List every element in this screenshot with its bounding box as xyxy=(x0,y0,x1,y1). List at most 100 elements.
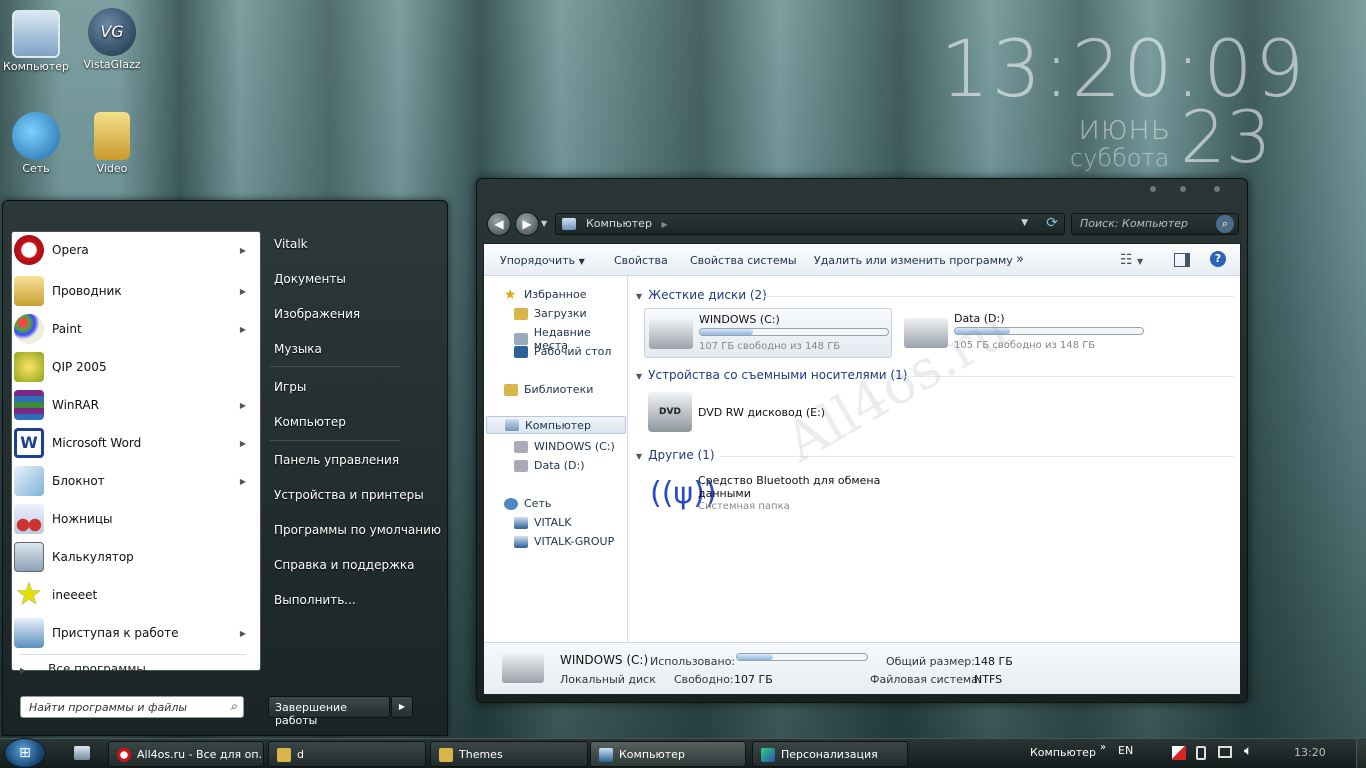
drive-c-name: WINDOWS (C:) xyxy=(699,313,780,326)
drive-c-free: 107 ГБ свободно из 148 ГБ xyxy=(699,341,841,352)
submenu-arrow-icon: ▶ xyxy=(239,438,246,448)
desktop-icon-vistaglazz[interactable]: VG VistaGlazz xyxy=(76,8,148,71)
uninstall-program-button[interactable]: Удалить или изменить программу xyxy=(814,254,1013,267)
program-ineeeet[interactable]: ★ ineeeet xyxy=(14,577,254,613)
nav-desktop[interactable]: Рабочий стол xyxy=(514,345,611,358)
taskbar-toolbar-computer[interactable]: Компьютер xyxy=(1030,746,1096,759)
nav-libraries[interactable]: Библиотеки xyxy=(504,383,593,396)
system-properties-button[interactable]: Свойства системы xyxy=(690,254,797,267)
maximize-button[interactable] xyxy=(1180,186,1186,192)
link-default-programs[interactable]: Программы по умолчанию xyxy=(274,523,441,537)
details-type: Локальный диск xyxy=(560,673,656,686)
link-run[interactable]: Выполнить... xyxy=(274,593,356,607)
program-winrar[interactable]: WinRAR ▶ xyxy=(14,387,254,423)
view-options-icon[interactable]: ☷ ▼ xyxy=(1120,252,1143,268)
program-notepad[interactable]: Блокнот ▶ xyxy=(14,463,254,499)
program-label: Проводник xyxy=(52,284,122,298)
start-search-input[interactable]: Найти программы и файлы ⌕ xyxy=(20,696,244,718)
drive-c-usage-bar xyxy=(699,328,889,336)
nav-drive-c[interactable]: WINDOWS (C:) xyxy=(514,440,615,453)
program-explorer[interactable]: Проводник ▶ xyxy=(14,273,254,309)
explorer-search-input[interactable]: Поиск: Компьютер ⌕ xyxy=(1071,213,1239,235)
link-control-panel[interactable]: Панель управления xyxy=(274,453,399,467)
clock-weekday: суббота xyxy=(1070,144,1170,172)
getting-started-icon xyxy=(14,618,44,648)
desktop-icon-computer[interactable]: Компьютер xyxy=(0,10,72,73)
search-icon: ⌕ xyxy=(1216,215,1234,233)
nav-drive-d[interactable]: Data (D:) xyxy=(514,459,585,472)
program-snipping[interactable]: Ножницы xyxy=(14,501,254,537)
drive-c-tile[interactable]: WINDOWS (C:) 107 ГБ свободно из 148 ГБ xyxy=(644,308,892,358)
tray-display-icon[interactable] xyxy=(1218,746,1232,758)
nav-downloads[interactable]: Загрузки xyxy=(514,307,587,320)
nav-favorites[interactable]: ★ Избранное xyxy=(504,288,586,302)
refresh-icon[interactable]: ⟳ xyxy=(1046,215,1058,231)
arrow-left-icon: ◀ xyxy=(494,217,504,231)
language-indicator[interactable]: EN xyxy=(1118,744,1133,757)
submenu-arrow-icon: ▶ xyxy=(239,286,246,296)
taskbar-button-personalization[interactable]: Персонализация xyxy=(752,741,908,767)
organize-button[interactable]: Упорядочить ▼ xyxy=(500,254,585,267)
link-games[interactable]: Игры xyxy=(274,380,306,394)
preview-pane-icon[interactable] xyxy=(1174,253,1190,267)
program-getting-started[interactable]: Приступая к работе ▶ xyxy=(14,615,254,651)
toolbar-expand-icon[interactable]: » xyxy=(1100,742,1106,753)
close-button[interactable] xyxy=(1214,186,1220,192)
link-help-support[interactable]: Справка и поддержка xyxy=(274,558,415,572)
program-opera[interactable]: Opera ▶ xyxy=(14,232,254,268)
navigation-pane: ★ Избранное Загрузки Недавние места Рабоч… xyxy=(484,276,628,642)
taskbar-button-opera[interactable]: All4os.ru - Все для оп... xyxy=(108,741,264,767)
nav-net-vitalk[interactable]: VITALK xyxy=(514,516,572,529)
link-pictures[interactable]: Изображения xyxy=(274,307,360,321)
address-bar[interactable]: Компьютер ▶ ▼ ⟳ xyxy=(555,213,1065,235)
properties-button[interactable]: Свойства xyxy=(614,254,668,267)
address-dropdown-icon[interactable]: ▼ xyxy=(1021,218,1028,228)
link-computer[interactable]: Компьютер xyxy=(274,415,346,429)
desktop-icon-video[interactable]: Video xyxy=(76,112,148,175)
nav-network[interactable]: Сеть xyxy=(504,497,551,510)
link-music[interactable]: Музыка xyxy=(274,342,322,356)
bluetooth-tile[interactable]: ((ψ)) Средство Bluetooth для обмена данн… xyxy=(644,470,904,520)
program-calculator[interactable]: Калькулятор xyxy=(14,539,254,575)
shutdown-options-button[interactable]: ▶ xyxy=(391,696,413,718)
shutdown-button[interactable]: Завершение работы xyxy=(268,696,390,727)
forward-button[interactable]: ▶ xyxy=(515,212,539,236)
chevron-right-icon: ▶ xyxy=(661,220,668,229)
minimize-button[interactable] xyxy=(1150,186,1156,192)
taskbar-button-d[interactable]: d xyxy=(268,741,426,767)
group-other[interactable]: ▼ Другие (1) xyxy=(636,448,715,462)
program-qip[interactable]: QIP 2005 xyxy=(14,349,254,385)
desktop-icon-network[interactable]: Сеть xyxy=(0,112,72,175)
nav-label: Компьютер xyxy=(525,418,591,432)
help-icon[interactable]: ? xyxy=(1210,251,1226,267)
dropdown-arrow-icon: ▼ xyxy=(578,257,585,266)
group-hard-drives[interactable]: ▼ Жесткие диски (2) xyxy=(636,288,767,302)
nav-net-vitalk-group[interactable]: VITALK-GROUP xyxy=(514,535,614,548)
chevron-down-icon: ▼ xyxy=(636,292,643,301)
program-word[interactable]: W Microsoft Word ▶ xyxy=(14,425,254,461)
divider xyxy=(20,654,246,655)
recent-pages-dropdown[interactable]: ▼ xyxy=(541,219,547,228)
clock-gadget: 13:20:09 июнь суббота 23 xyxy=(940,30,1306,174)
drive-large-icon xyxy=(502,653,544,683)
start-button[interactable]: ⊞ xyxy=(4,738,46,768)
back-button[interactable]: ◀ xyxy=(487,212,511,236)
link-documents[interactable]: Документы xyxy=(274,272,346,286)
show-desktop-button[interactable] xyxy=(1356,740,1366,768)
link-devices-printers[interactable]: Устройства и принтеры xyxy=(274,488,424,502)
tray-usb-icon[interactable] xyxy=(1196,746,1206,760)
program-paint[interactable]: Paint ▶ xyxy=(14,311,254,347)
more-commands-button[interactable]: » xyxy=(1016,252,1024,267)
all-programs-button[interactable]: ▶ Все программы xyxy=(20,662,146,676)
nav-computer[interactable]: Компьютер xyxy=(486,416,626,434)
computer-icon xyxy=(562,218,576,230)
taskbar-button-computer[interactable]: Компьютер xyxy=(590,741,746,767)
link-user[interactable]: Vitalk xyxy=(274,237,308,251)
taskbar-button-themes[interactable]: Themes xyxy=(430,741,588,767)
tray-flag-icon[interactable] xyxy=(1172,746,1186,760)
show-desktop-quicklaunch-icon[interactable] xyxy=(74,746,90,760)
tray-volume-icon[interactable]: 🔈︎ xyxy=(1244,743,1252,759)
organize-label: Упорядочить xyxy=(500,254,576,267)
desktop-icon-label: Video xyxy=(96,162,128,175)
tray-clock[interactable]: 13:20 xyxy=(1294,746,1326,759)
